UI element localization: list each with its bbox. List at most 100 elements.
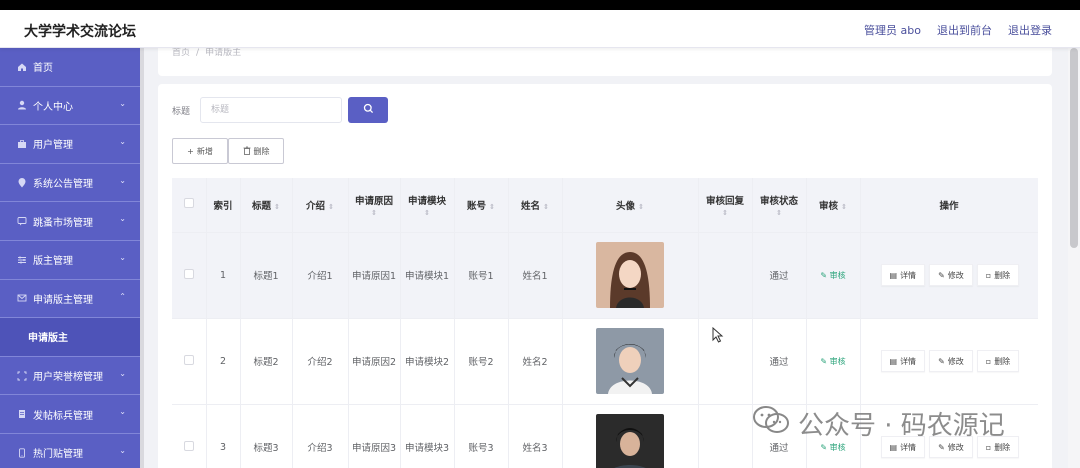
cell-title: 标题1 — [240, 232, 293, 319]
chevron-up-icon: ⌃ — [119, 291, 126, 301]
delete-button-label: 删除 — [253, 146, 270, 156]
detail-label: 详情 — [900, 270, 917, 280]
avatar-image[interactable] — [596, 414, 664, 468]
search-icon — [363, 103, 374, 117]
top-header: 大学学术交流论坛 管理员 abo 退出到前台 退出登录 — [0, 10, 1080, 48]
cell-review-action: ✎ 审核 — [806, 318, 861, 405]
sidebar-item-label: 首页 — [33, 63, 53, 75]
column-label: 标题 — [252, 200, 272, 212]
delete-button[interactable]: ▫ 删除 — [976, 350, 1020, 372]
column-header[interactable]: 介绍 ⇕ — [292, 178, 349, 233]
detail-button[interactable]: ▤ 详情 — [880, 264, 926, 286]
avatar-image[interactable] — [596, 242, 664, 308]
back-to-frontend-link[interactable]: 退出到前台 — [937, 22, 992, 38]
sidebar-item-honor-roll-management[interactable]: 用户荣誉榜管理 ⌄ — [0, 357, 140, 396]
sidebar-item-home[interactable]: 首页 — [0, 48, 140, 87]
sidebar-item-announcement-management[interactable]: 系统公告管理 ⌄ — [0, 164, 140, 203]
mail-icon — [16, 293, 27, 304]
add-button[interactable]: + 新增 — [172, 138, 228, 164]
sidebar-item-flea-market-management[interactable]: 跳蚤市场管理 ⌄ — [0, 202, 140, 241]
review-link[interactable]: ✎ 审核 — [820, 443, 845, 452]
edit-icon: ✎ — [938, 356, 945, 366]
scrollbar-thumb[interactable] — [1070, 48, 1078, 248]
column-header[interactable]: 头像 ⇕ — [562, 178, 699, 233]
plus-icon: + — [187, 146, 194, 156]
delete-label: 删除 — [994, 442, 1011, 452]
column-label: 姓名 — [521, 200, 541, 212]
cell-reason: 申请原因3 — [348, 404, 401, 468]
edit-button[interactable]: ✎ 修改 — [929, 264, 973, 286]
sort-icon[interactable]: ⇕ — [349, 209, 400, 217]
column-header[interactable]: 标题 ⇕ — [240, 178, 293, 233]
column-header[interactable]: 申请原因 ⇕ — [348, 178, 401, 233]
cell-module: 申请模块1 — [400, 232, 455, 319]
breadcrumb: 首页 / 申请版主 — [172, 48, 241, 58]
select-all-checkbox[interactable] — [183, 198, 194, 209]
sort-icon[interactable]: ⇕ — [638, 203, 644, 211]
wechat-icon — [752, 405, 790, 442]
cell-review-reply — [698, 232, 753, 319]
sort-icon[interactable]: ⇕ — [699, 209, 752, 217]
sidebar-item-hot-post-management[interactable]: 热门贴管理 ⌄ — [0, 434, 140, 468]
cell-reason: 申请原因1 — [348, 232, 401, 319]
breadcrumb-home[interactable]: 首页 — [172, 48, 190, 58]
sidebar-item-user-management[interactable]: 用户管理 ⌄ — [0, 125, 140, 164]
review-link[interactable]: ✎ 审核 — [820, 357, 845, 366]
sidebar-subitem-moderator-application[interactable]: 申请版主 — [0, 318, 140, 357]
column-header[interactable]: 账号 ⇕ — [454, 178, 509, 233]
column-header[interactable]: 申请模块 ⇕ — [400, 178, 455, 233]
sidebar-item-personal-center[interactable]: 个人中心 ⌄ — [0, 87, 140, 126]
search-button[interactable] — [348, 97, 388, 123]
row-checkbox[interactable] — [183, 354, 194, 365]
edit-label: 修改 — [947, 442, 964, 452]
cell-title: 标题2 — [240, 318, 293, 405]
sidebar-item-moderator-application-management[interactable]: 申请版主管理 ⌃ — [0, 279, 140, 319]
delete-button[interactable]: ▫ 删除 — [976, 264, 1020, 286]
sort-icon[interactable]: ⇕ — [543, 203, 549, 211]
cell-operations: ▤ 详情 ✎ 修改 ▫ 删除 — [860, 232, 1038, 319]
row-checkbox[interactable] — [183, 268, 194, 279]
batch-delete-button[interactable]: 删除 — [228, 138, 284, 164]
search-input[interactable] — [200, 97, 342, 123]
briefcase-icon — [16, 138, 27, 149]
trash-icon: ▫ — [985, 442, 992, 452]
select-all-checkbox-cell[interactable] — [172, 178, 207, 233]
table-row[interactable]: 2 标题2 介绍2 申请原因2 申请模块2 账号2 姓名2 通过 ✎ 审核 ▤ … — [172, 318, 1038, 405]
column-header[interactable]: 审核状态 ⇕ — [752, 178, 807, 233]
column-header[interactable]: 审核 ⇕ — [806, 178, 861, 233]
logout-link[interactable]: 退出登录 — [1008, 22, 1052, 38]
sort-icon[interactable]: ⇕ — [753, 209, 806, 217]
table-row[interactable]: 1 标题1 介绍1 申请原因1 申请模块1 账号1 姓名1 通过 ✎ 审核 ▤ … — [172, 232, 1038, 319]
chevron-down-icon: ⌄ — [119, 214, 126, 224]
cell-operations: ▤ 详情 ✎ 修改 ▫ 删除 — [860, 318, 1038, 405]
cell-review-status: 通过 — [752, 318, 807, 405]
sort-icon[interactable]: ⇕ — [328, 203, 334, 211]
detail-button[interactable]: ▤ 详情 — [880, 350, 926, 372]
review-link[interactable]: ✎ 审核 — [820, 271, 845, 280]
row-checkbox-cell[interactable] — [172, 404, 207, 468]
sidebar-item-moderator-management[interactable]: 版主管理 ⌄ — [0, 241, 140, 280]
edit-button[interactable]: ✎ 修改 — [929, 350, 973, 372]
sidebar-item-top-poster-management[interactable]: 发帖标兵管理 ⌄ — [0, 395, 140, 434]
sort-icon[interactable]: ⇕ — [841, 203, 847, 211]
review-label: 审核 — [829, 270, 846, 280]
sort-icon[interactable]: ⇕ — [489, 203, 495, 211]
column-header[interactable]: 审核回复 ⇕ — [698, 178, 753, 233]
cell-title: 标题3 — [240, 404, 293, 468]
cell-name: 姓名1 — [508, 232, 563, 319]
sort-icon[interactable]: ⇕ — [274, 203, 280, 211]
chevron-down-icon: ⌄ — [119, 445, 126, 455]
column-header[interactable]: 姓名 ⇕ — [508, 178, 563, 233]
sort-icon[interactable]: ⇕ — [401, 209, 454, 217]
row-checkbox-cell[interactable] — [172, 232, 207, 319]
sidebar-item-label: 热门贴管理 — [33, 449, 83, 461]
chat-icon — [16, 216, 27, 227]
admin-user-link[interactable]: 管理员 abo — [864, 22, 921, 38]
avatar-image[interactable] — [596, 328, 664, 394]
row-checkbox[interactable] — [183, 440, 194, 451]
trash-icon: ▫ — [985, 356, 992, 366]
page-scrollbar[interactable] — [1068, 48, 1080, 468]
detail-label: 详情 — [900, 356, 917, 366]
cell-reason: 申请原因2 — [348, 318, 401, 405]
row-checkbox-cell[interactable] — [172, 318, 207, 405]
